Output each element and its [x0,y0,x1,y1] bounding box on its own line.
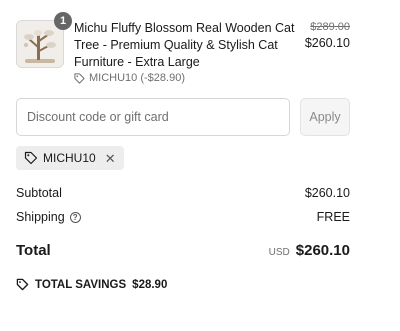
tag-icon [16,278,29,291]
price-final: $260.10 [304,36,350,50]
subtotal-row: Subtotal $260.10 [16,186,350,200]
subtotal-label: Subtotal [16,186,62,200]
apply-button[interactable]: Apply [300,98,350,136]
discount-code-input[interactable] [16,98,290,136]
shipping-label: Shipping [16,210,65,224]
total-row: Total USD $260.10 [16,242,350,259]
price-original: $289.00 [310,21,350,33]
applied-discount-chip: MICHU10 ✕ [16,146,124,170]
tag-icon [74,72,85,84]
currency-code: USD [268,247,290,258]
total-amount-wrap: USD $260.10 [269,242,350,259]
close-icon[interactable]: ✕ [105,152,116,165]
shipping-row: Shipping ? FREE [16,210,350,224]
total-savings-label: TOTAL SAVINGS [35,278,127,291]
applied-discount-code: MICHU10 [43,151,96,165]
line-prices: $289.00 $260.10 [305,20,350,52]
total-value: $260.10 [295,242,350,259]
line-discount-text: MICHU10 (-$28.90) [89,72,185,84]
total-label: Total [16,242,51,259]
subtotal-value: $260.10 [304,186,350,200]
total-savings: TOTAL SAVINGS $28.90 [16,278,167,291]
line-item: 1 Michu Fluffy Blossom Real Wooden Cat T… [16,12,350,84]
quantity-badge: 1 [54,12,72,30]
tag-icon [24,151,38,165]
shipping-label-wrap: Shipping ? [16,210,81,224]
total-savings-value: $28.90 [132,278,168,291]
product-title: Michu Fluffy Blossom Real Wooden Cat Tre… [74,21,295,69]
product-info: Michu Fluffy Blossom Real Wooden Cat Tre… [74,20,298,84]
info-icon[interactable]: ? [69,211,81,223]
shipping-value: FREE [316,210,350,224]
line-discount: MICHU10 (-$28.90) [74,72,298,84]
product-thumbnail-wrap: 1 [16,12,72,68]
discount-form: Apply [16,98,350,136]
